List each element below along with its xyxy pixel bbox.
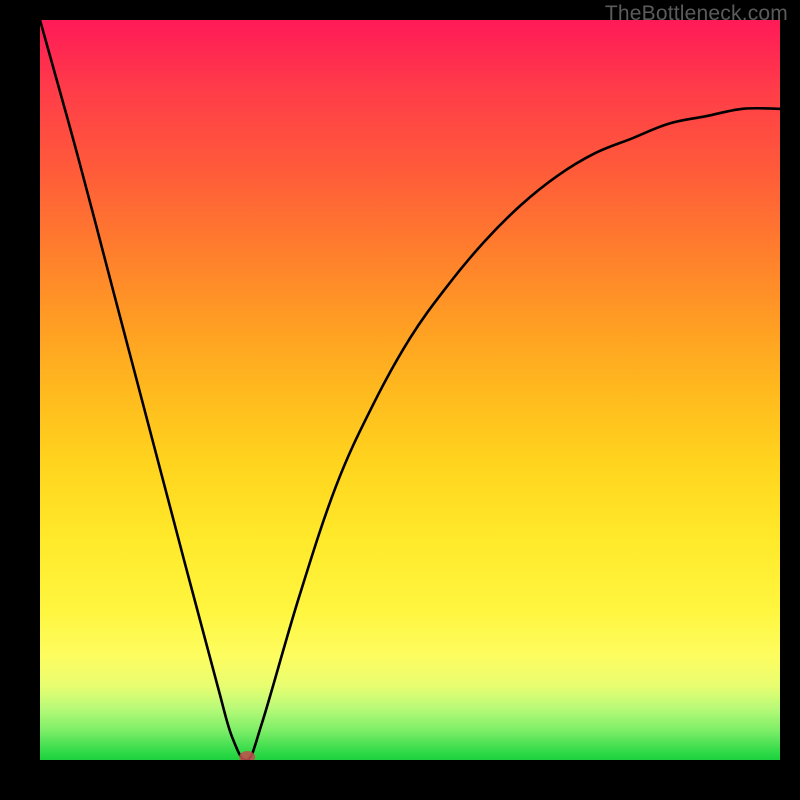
chart-container: TheBottleneck.com (0, 0, 800, 800)
chart-svg (40, 20, 780, 760)
plot-area (40, 20, 780, 760)
bottleneck-curve-line (40, 20, 780, 760)
